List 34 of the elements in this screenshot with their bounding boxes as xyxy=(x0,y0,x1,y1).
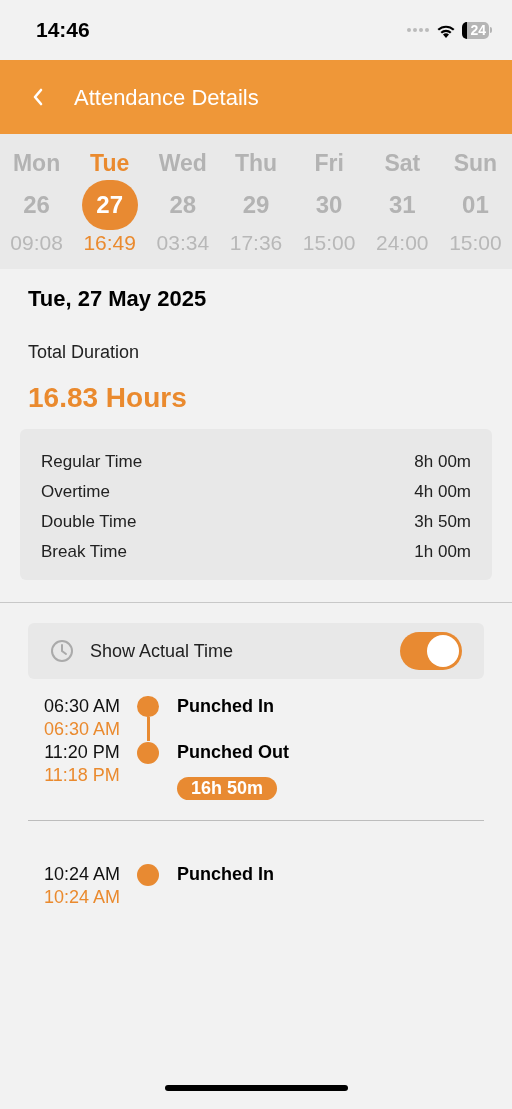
day-date: 27 xyxy=(81,180,138,230)
breakdown-value: 1h 00m xyxy=(414,541,471,564)
breakdown-label: Overtime xyxy=(41,481,110,504)
timeline-connector xyxy=(146,717,150,741)
breakdown-label: Break Time xyxy=(41,541,127,564)
header-title: Attendance Details xyxy=(74,83,259,112)
day-hours: 16:49 xyxy=(83,230,136,256)
breakdown-value: 8h 00m xyxy=(414,451,471,474)
clock-icon xyxy=(50,639,74,663)
breakdown-label: Double Time xyxy=(41,511,137,534)
duration-badge: 16h 50m xyxy=(177,777,278,800)
breakdown-value: 3h 50m xyxy=(414,511,471,534)
actual-time: 06:30 AM xyxy=(43,718,121,741)
total-hours: 16.83 Hours xyxy=(28,381,188,415)
punch-time: 06:30 AM xyxy=(43,695,121,718)
breakdown-value: 4h 00m xyxy=(414,481,471,504)
breakdown-label: Regular Time xyxy=(41,451,143,474)
punch-label: Punched In xyxy=(177,695,274,718)
date-title: Tue, 27 May 2025 xyxy=(28,285,208,313)
toggle-switch[interactable] xyxy=(400,632,462,670)
punch-time: 10:24 AM xyxy=(43,863,121,886)
actual-time: 10:24 AM xyxy=(43,886,121,909)
actual-time: 11:18 PM xyxy=(44,764,120,787)
total-label: Total Duration xyxy=(28,341,141,364)
back-icon xyxy=(32,88,44,106)
punch-time: 11:20 PM xyxy=(44,741,120,764)
punch-label: Punched Out xyxy=(177,741,289,764)
signal-icon xyxy=(406,27,431,33)
toggle-label: Show Actual Time xyxy=(90,639,235,663)
battery-indicator: 24 xyxy=(462,21,489,39)
punch-label: Punched In xyxy=(177,863,274,886)
day-tab[interactable]: Tue 27 16:49 xyxy=(73,148,147,269)
status-time: 14:46 xyxy=(36,17,90,44)
day-name: Tue xyxy=(90,149,130,178)
